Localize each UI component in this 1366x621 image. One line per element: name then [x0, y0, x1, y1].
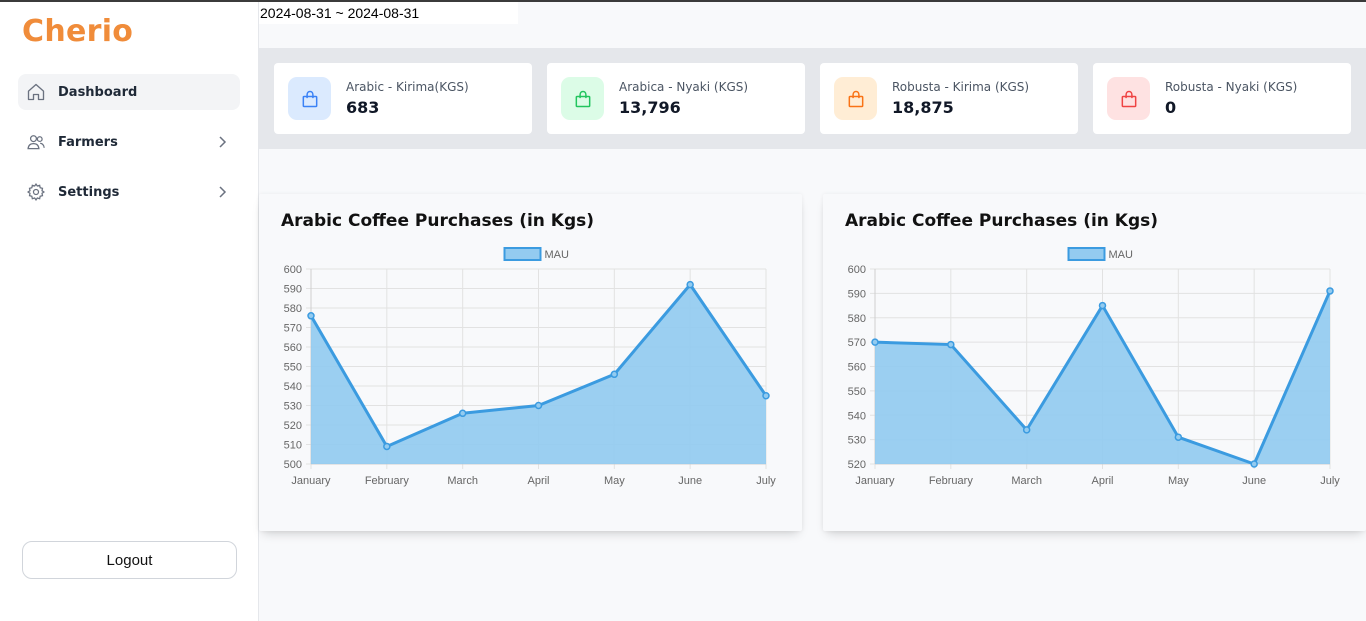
legend-swatch: [1067, 247, 1106, 261]
y-tick-label: 580: [848, 313, 866, 325]
data-point: [762, 392, 770, 400]
sidebar-item-label: Dashboard: [58, 84, 138, 100]
y-tick-label: 510: [284, 440, 302, 452]
legend-swatch: [503, 247, 542, 261]
chart-panel-1: Arabic Coffee Purchases (in Kgs) MAU 500 5…: [259, 194, 802, 531]
y-tick-label: 530: [284, 401, 302, 413]
home-icon: [26, 82, 46, 102]
x-tick-label: May: [604, 475, 625, 487]
x-tick-label: April: [527, 475, 549, 487]
data-point: [686, 280, 694, 289]
sidebar-item-settings[interactable]: Settings: [18, 174, 240, 210]
data-point: [1098, 301, 1107, 310]
shopping-bag-icon: [834, 77, 877, 120]
x-tick-label: January: [855, 475, 895, 487]
shopping-bag-icon: [1107, 77, 1150, 120]
sidebar-item-label: Settings: [58, 184, 120, 200]
area-chart[interactable]: MAU 520 530 540 550 560 570 580 590 600 January Feb…: [823, 194, 1366, 531]
x-tick-label: June: [678, 475, 702, 487]
data-point: [610, 370, 619, 379]
stat-card: Arabic - Kirima(KGS) 683: [274, 63, 532, 134]
x-tick-label: March: [447, 475, 478, 487]
y-tick-label: 580: [284, 303, 302, 315]
chart-panel-2: Arabic Coffee Purchases (in Kgs) MAU 520 5…: [823, 194, 1366, 531]
stat-label: Robusta - Kirima (KGS): [892, 80, 1030, 94]
sidebar-item-label: Farmers: [58, 134, 118, 150]
data-point: [458, 409, 467, 418]
y-tick-label: 540: [848, 410, 866, 422]
stat-card: Robusta - Kirima (KGS) 18,875: [820, 63, 1078, 134]
y-tick-label: 560: [284, 342, 302, 354]
stat-value: 18,875: [892, 98, 954, 117]
y-tick-label: 530: [848, 435, 866, 447]
y-tick-label: 500: [284, 459, 302, 471]
date-range-picker[interactable]: 2024-08-31 ~ 2024-08-31: [259, 2, 518, 24]
y-tick-label: 520: [848, 459, 866, 471]
y-tick-label: 590: [848, 288, 866, 300]
stat-value: 683: [346, 98, 380, 117]
data-point: [534, 401, 543, 410]
x-tick-label: March: [1011, 475, 1042, 487]
stat-value: 13,796: [619, 98, 681, 117]
legend-label: MAU: [1109, 249, 1134, 261]
legend-label: MAU: [545, 249, 570, 261]
x-tick-label: January: [291, 475, 331, 487]
y-tick-label: 570: [848, 337, 866, 349]
stat-label: Robusta - Nyaki (KGS): [1165, 80, 1298, 94]
series-area: [875, 290, 1330, 464]
shopping-bag-icon: [288, 77, 331, 120]
stats-band: Arabic - Kirima(KGS) 683 Arabica - Nyaki…: [259, 48, 1366, 149]
x-tick-label: May: [1168, 475, 1189, 487]
data-point: [947, 340, 955, 349]
users-icon: [26, 132, 46, 152]
x-tick-label: April: [1091, 475, 1113, 487]
y-tick-label: 600: [284, 264, 302, 276]
stat-card: Robusta - Nyaki (KGS) 0: [1093, 63, 1351, 134]
shopping-bag-icon: [561, 77, 604, 120]
stat-label: Arabica - Nyaki (KGS): [619, 80, 749, 94]
gear-icon: [26, 182, 46, 202]
y-tick-label: 550: [848, 386, 866, 398]
y-tick-label: 550: [284, 362, 302, 374]
area-chart[interactable]: MAU 500 510 520 530 540 550 560 570 580 590 600 Janu…: [259, 194, 802, 531]
y-tick-label: 600: [848, 264, 866, 276]
data-point: [1250, 460, 1258, 468]
data-point: [1326, 287, 1334, 295]
stat-label: Arabic - Kirima(KGS): [346, 80, 469, 94]
brand-logo[interactable]: Cherio: [22, 14, 133, 49]
stat-value: 0: [1165, 98, 1177, 117]
data-point: [383, 442, 391, 451]
chevron-right-icon: [214, 134, 230, 150]
y-tick-label: 590: [284, 284, 302, 296]
y-tick-label: 560: [848, 362, 866, 374]
stat-card: Arabica - Nyaki (KGS) 13,796: [547, 63, 805, 134]
sidebar-item-dashboard[interactable]: Dashboard: [18, 74, 240, 110]
sidebar: Cherio Dashboard Farmers Settings Logout: [0, 2, 259, 621]
x-tick-label: July: [1320, 475, 1340, 487]
data-point: [1174, 433, 1183, 441]
data-point: [871, 338, 879, 346]
x-tick-label: February: [365, 475, 410, 487]
data-point: [1022, 426, 1031, 434]
chevron-right-icon: [214, 184, 230, 200]
x-tick-label: February: [929, 475, 974, 487]
x-tick-label: June: [1242, 475, 1266, 487]
y-tick-label: 570: [284, 323, 302, 335]
data-point: [307, 312, 315, 320]
logout-button[interactable]: Logout: [22, 541, 237, 579]
x-tick-label: July: [756, 475, 776, 487]
sidebar-item-farmers[interactable]: Farmers: [18, 124, 240, 160]
y-tick-label: 540: [284, 381, 302, 393]
y-tick-label: 520: [284, 420, 302, 432]
